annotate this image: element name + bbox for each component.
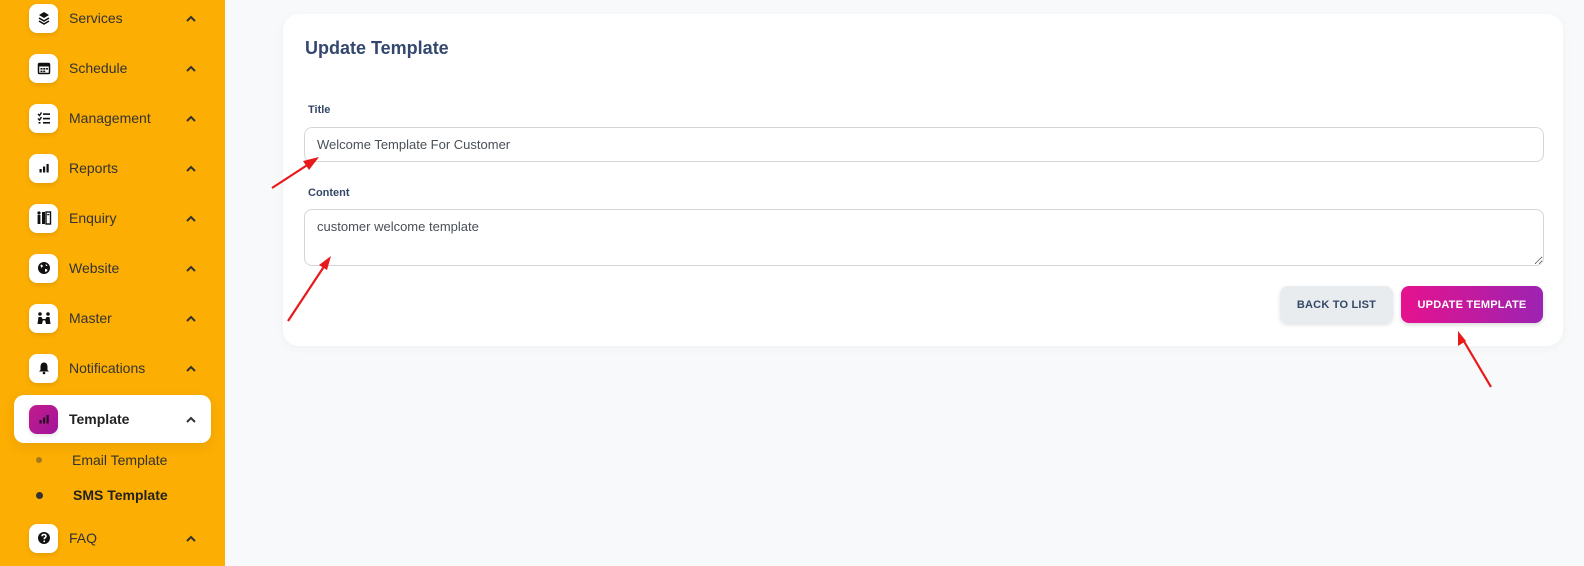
globe-icon (29, 253, 58, 283)
sidebar-item-schedule[interactable]: Schedule (14, 46, 211, 90)
calendar-icon (29, 53, 58, 83)
sidebar: Services Schedule Management Reports Enq… (0, 0, 225, 566)
chevron-up-icon (179, 315, 203, 322)
sidebar-subitem-email-template[interactable]: Email Template (36, 450, 167, 470)
chevron-up-icon (179, 215, 203, 222)
chevron-up-icon (179, 535, 203, 542)
sidebar-item-enquiry[interactable]: Enquiry (14, 196, 211, 240)
sidebar-item-management[interactable]: Management (14, 96, 211, 140)
page-title: Update Template (305, 38, 449, 58)
back-to-list-button[interactable]: BACK TO LIST (1280, 286, 1393, 323)
chevron-up-icon (179, 15, 203, 22)
update-template-button[interactable]: UPDATE TEMPLATE (1401, 286, 1543, 323)
content-textarea[interactable]: customer welcome template (304, 209, 1544, 266)
title-input[interactable] (304, 127, 1544, 162)
sidebar-item-notifications[interactable]: Notifications (14, 346, 211, 390)
people-icon (29, 303, 58, 333)
chevron-up-icon (179, 115, 203, 122)
sidebar-subitem-label: Email Template (72, 452, 168, 468)
chevron-up-icon (179, 165, 203, 172)
bar-chart-icon (29, 153, 58, 183)
sidebar-item-label: Template (69, 411, 130, 427)
sidebar-item-label: Reports (69, 160, 119, 176)
sidebar-item-faq[interactable]: FAQ (14, 516, 211, 560)
sidebar-item-label: Enquiry (69, 210, 117, 226)
chevron-up-icon (179, 416, 203, 423)
sidebar-item-label: Notifications (69, 360, 146, 376)
sidebar-subitem-label: SMS Template (73, 487, 168, 503)
sidebar-item-label: FAQ (69, 530, 98, 546)
bar-chart-icon (29, 404, 58, 434)
sidebar-item-label: Services (69, 10, 123, 26)
bell-icon (29, 353, 58, 383)
sidebar-item-template[interactable]: Template (14, 395, 211, 443)
chevron-up-icon (179, 365, 203, 372)
sidebar-item-website[interactable]: Website (14, 246, 211, 290)
sidebar-item-label: Master (69, 310, 112, 326)
bullet-icon (36, 491, 43, 499)
sidebar-item-services[interactable]: Services (14, 0, 211, 40)
checklist-icon (29, 103, 58, 133)
sidebar-item-label: Management (69, 110, 151, 126)
sidebar-subitem-sms-template[interactable]: SMS Template (36, 485, 168, 505)
update-template-card: Update Template Title Content customer w… (283, 14, 1563, 346)
services-icon (29, 3, 58, 33)
content-label: Content (308, 187, 350, 199)
question-icon (29, 523, 58, 553)
enquiry-icon (29, 203, 58, 233)
sidebar-item-label: Website (69, 260, 120, 276)
bullet-icon (36, 457, 42, 463)
sidebar-item-master[interactable]: Master (14, 296, 211, 340)
title-label: Title (308, 104, 331, 116)
sidebar-item-reports[interactable]: Reports (14, 146, 211, 190)
chevron-up-icon (179, 65, 203, 72)
sidebar-item-label: Schedule (69, 60, 128, 76)
chevron-up-icon (179, 265, 203, 272)
